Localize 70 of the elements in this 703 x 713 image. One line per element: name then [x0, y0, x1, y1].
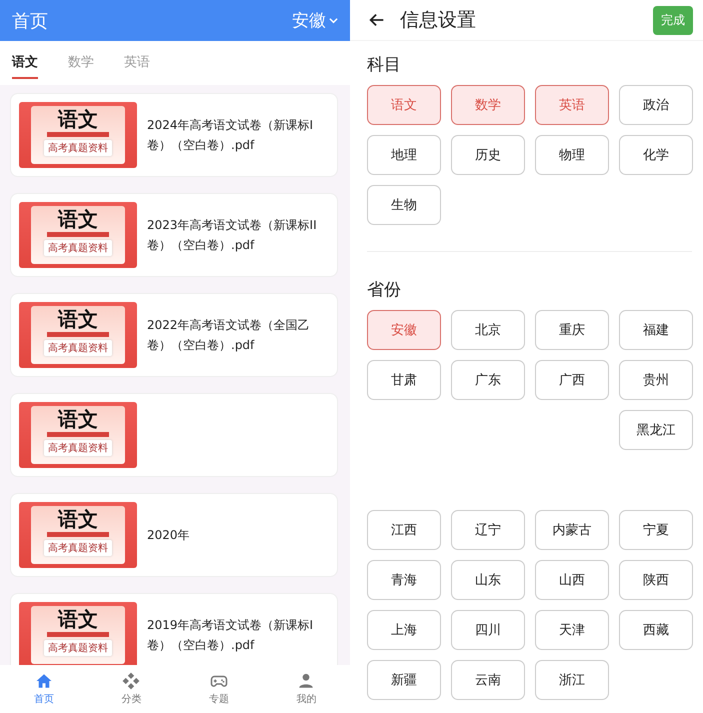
province-option[interactable]: 宁夏 [619, 510, 693, 550]
province-option[interactable]: 浙江 [535, 660, 609, 700]
subject-option[interactable]: 地理 [367, 135, 441, 175]
cover-caption: 高考真题资料 [44, 640, 112, 656]
paper-card[interactable]: 语文 高考真题资料 2024年高考语文试卷（新课标I卷）（空白卷）.pdf [10, 93, 338, 177]
province-option[interactable]: 黑龙江 [619, 410, 693, 450]
nav-tab[interactable]: 首页 [0, 665, 88, 713]
province-option[interactable]: 广东 [451, 360, 525, 400]
province-option[interactable]: 山东 [451, 560, 525, 600]
province-option[interactable]: 广西 [535, 360, 609, 400]
cover-caption: 高考真题资料 [44, 440, 112, 456]
screen-title: 信息设置 [400, 8, 477, 33]
nav-tab[interactable]: 专题 [175, 665, 262, 713]
subject-option[interactable]: 英语 [535, 85, 609, 125]
cover-title: 语文 [58, 506, 98, 532]
nav-tab[interactable]: 分类 [88, 665, 175, 713]
province-option[interactable]: 陕西 [619, 560, 693, 600]
paper-title: 2022年高考语文试卷（全国乙卷）（空白卷）.pdf [147, 317, 311, 354]
province-option[interactable]: 西藏 [619, 610, 693, 650]
paper-card[interactable]: 语文 高考真题资料 2019年高考语文试卷（新课标I卷）（空白卷）.pdf [10, 593, 338, 665]
province-option[interactable]: 四川 [451, 610, 525, 650]
page-title: 首页 [12, 10, 48, 32]
paper-card[interactable]: 语文 高考真题资料 2020年 [10, 493, 338, 577]
province-option[interactable]: 天津 [535, 610, 609, 650]
province-option[interactable]: 江西 [367, 510, 441, 550]
province-option[interactable]: 北京 [451, 310, 525, 350]
cover-caption: 高考真题资料 [44, 240, 112, 256]
paper-title: 2024年高考语文试卷（新课标I卷）（空白卷）.pdf [147, 117, 314, 154]
subject-option[interactable]: 生物 [367, 185, 441, 225]
paper-card[interactable]: 语文 高考真题资料 2023年高考语文试卷（新课标II卷）（空白卷）.pdf [10, 193, 338, 277]
cover-title: 语文 [58, 406, 98, 432]
cover-title: 语文 [58, 606, 98, 632]
cover-title: 语文 [58, 206, 98, 232]
home-icon [34, 672, 53, 690]
province-option[interactable]: 青海 [367, 560, 441, 600]
paper-title: 2019年高考语文试卷（新课标I卷）（空白卷）.pdf [147, 617, 314, 654]
back-arrow-icon[interactable] [368, 11, 386, 29]
province-option[interactable]: 辽宁 [451, 510, 525, 550]
cover-caption: 高考真题资料 [44, 140, 112, 156]
subject-tab[interactable]: 语文 [12, 47, 38, 79]
subject-option[interactable]: 历史 [451, 135, 525, 175]
section-heading: 科目 [367, 54, 402, 77]
paper-card[interactable]: 语文 高考真题资料 [10, 393, 338, 477]
province-option[interactable]: 新疆 [367, 660, 441, 700]
province-option[interactable]: 贵州 [619, 360, 693, 400]
subject-option[interactable]: 语文 [367, 85, 441, 125]
cover-caption: 高考真题资料 [44, 340, 112, 356]
province-option[interactable]: 内蒙古 [535, 510, 609, 550]
paper-card[interactable]: 语文 高考真题资料 2022年高考语文试卷（全国乙卷）（空白卷）.pdf [10, 293, 338, 377]
paper-title: 2020年 [147, 527, 191, 544]
paper-title: 2023年高考语文试卷（新课标II卷）（空白卷）.pdf [147, 217, 318, 254]
subject-option[interactable]: 政治 [619, 85, 693, 125]
nav-tab[interactable]: 我的 [262, 665, 350, 713]
cover-title: 语文 [58, 306, 98, 332]
category-icon [122, 672, 140, 690]
section-heading: 省份 [367, 279, 402, 302]
province-option[interactable]: 甘肃 [367, 360, 441, 400]
chevron-down-icon [329, 16, 338, 25]
subject-option[interactable]: 物理 [535, 135, 609, 175]
province-option[interactable]: 重庆 [535, 310, 609, 350]
person-icon [297, 672, 316, 690]
subject-option[interactable]: 化学 [619, 135, 693, 175]
cover-title: 语文 [58, 106, 98, 132]
subject-option[interactable]: 数学 [451, 85, 525, 125]
province-option[interactable]: 山西 [535, 560, 609, 600]
province-option[interactable]: 安徽 [367, 310, 441, 350]
province-option[interactable]: 云南 [451, 660, 525, 700]
province-option[interactable]: 上海 [367, 610, 441, 650]
cover-caption: 高考真题资料 [44, 540, 112, 556]
province-option[interactable]: 福建 [619, 310, 693, 350]
